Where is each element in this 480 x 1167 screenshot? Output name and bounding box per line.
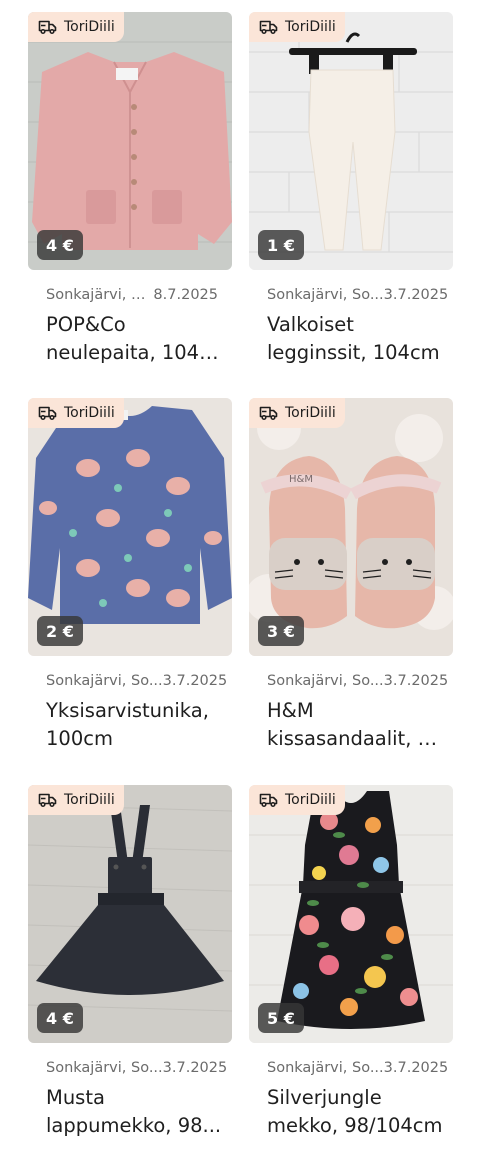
listing-image[interactable]: ToriDiili 4 € bbox=[28, 12, 232, 270]
listing-location: Sonkajärvi, S... bbox=[46, 287, 146, 303]
badge-label: ToriDiili bbox=[64, 405, 115, 421]
listing-image[interactable]: ToriDiili 2 € bbox=[28, 398, 232, 656]
title-line-1: Silverjungle bbox=[267, 1086, 382, 1109]
listing-location: Sonkajärvi, So... bbox=[46, 1060, 163, 1076]
toridiili-badge: ToriDiili bbox=[28, 398, 124, 428]
delivery-truck-icon bbox=[259, 793, 278, 808]
listing-location: Sonkajärvi, So... bbox=[46, 673, 163, 689]
listing-card-2[interactable]: ToriDiili 1 € Sonkajärvi, So... 3.7.2025… bbox=[249, 12, 453, 367]
listing-date: 3.7.2025 bbox=[383, 287, 449, 303]
listing-image[interactable]: ToriDiili 4 € bbox=[28, 785, 232, 1043]
delivery-truck-icon bbox=[38, 20, 57, 35]
title-line-2: 100cm bbox=[46, 727, 113, 750]
price-tag: 4 € bbox=[37, 230, 83, 260]
listing-meta: Sonkajärvi, So... 3.7.2025 bbox=[249, 1060, 453, 1076]
listing-title[interactable]: Silverjungle mekko, 98/104cm bbox=[249, 1084, 453, 1140]
toridiili-badge: ToriDiili bbox=[249, 12, 345, 42]
delivery-truck-icon bbox=[259, 406, 278, 421]
listing-card-4[interactable]: H&M ToriDiili 3 € Sonkajärvi, So... 3.7.… bbox=[249, 398, 453, 753]
listing-grid: ToriDiili 4 € Sonkajärvi, S... 8.7.2025 … bbox=[0, 0, 480, 1167]
listing-date: 3.7.2025 bbox=[383, 1060, 449, 1076]
title-line-1: Yksisarvistunika, bbox=[46, 699, 209, 722]
listing-title[interactable]: H&M kissasandaalit, k... bbox=[249, 697, 453, 753]
badge-label: ToriDiili bbox=[285, 19, 336, 35]
toridiili-badge: ToriDiili bbox=[28, 12, 124, 42]
title-line-2: neulepaita, 104c... bbox=[46, 341, 222, 364]
listing-date: 8.7.2025 bbox=[153, 287, 218, 303]
listing-meta: Sonkajärvi, So... 3.7.2025 bbox=[249, 673, 453, 689]
badge-label: ToriDiili bbox=[285, 792, 336, 808]
listing-card-6[interactable]: ToriDiili 5 € Sonkajärvi, So... 3.7.2025… bbox=[249, 785, 453, 1140]
badge-label: ToriDiili bbox=[285, 405, 336, 421]
title-line-2: legginssit, 104cm bbox=[267, 341, 440, 364]
listing-date: 3.7.2025 bbox=[162, 673, 228, 689]
title-line-1: Musta bbox=[46, 1086, 105, 1109]
listing-location: Sonkajärvi, So... bbox=[267, 1060, 384, 1076]
listing-image[interactable]: ToriDiili 1 € bbox=[249, 12, 453, 270]
listing-image[interactable]: ToriDiili 5 € bbox=[249, 785, 453, 1043]
listing-date: 3.7.2025 bbox=[162, 1060, 228, 1076]
title-line-2: kissasandaalit, k... bbox=[267, 727, 443, 750]
title-line-1: POP&Co bbox=[46, 313, 126, 336]
price-tag: 3 € bbox=[258, 616, 304, 646]
toridiili-badge: ToriDiili bbox=[249, 785, 345, 815]
delivery-truck-icon bbox=[259, 20, 278, 35]
badge-label: ToriDiili bbox=[64, 19, 115, 35]
price-tag: 2 € bbox=[37, 616, 83, 646]
listing-title[interactable]: Yksisarvistunika, 100cm bbox=[28, 697, 232, 753]
badge-label: ToriDiili bbox=[64, 792, 115, 808]
listing-location: Sonkajärvi, So... bbox=[267, 673, 384, 689]
delivery-truck-icon bbox=[38, 406, 57, 421]
toridiili-badge: ToriDiili bbox=[28, 785, 124, 815]
listing-meta: Sonkajärvi, So... 3.7.2025 bbox=[28, 673, 232, 689]
price-tag: 1 € bbox=[258, 230, 304, 260]
title-line-1: H&M bbox=[267, 699, 314, 722]
listing-meta: Sonkajärvi, So... 3.7.2025 bbox=[249, 287, 453, 303]
price-tag: 4 € bbox=[37, 1003, 83, 1033]
listing-card-5[interactable]: ToriDiili 4 € Sonkajärvi, So... 3.7.2025… bbox=[28, 785, 232, 1140]
listing-meta: Sonkajärvi, So... 3.7.2025 bbox=[28, 1060, 232, 1076]
toridiili-badge: ToriDiili bbox=[249, 398, 345, 428]
price-tag: 5 € bbox=[258, 1003, 304, 1033]
listing-card-1[interactable]: ToriDiili 4 € Sonkajärvi, S... 8.7.2025 … bbox=[28, 12, 232, 367]
listing-location: Sonkajärvi, So... bbox=[267, 287, 384, 303]
title-line-1: Valkoiset bbox=[267, 313, 354, 336]
title-line-2: mekko, 98/104cm bbox=[267, 1114, 443, 1137]
title-line-2: lappumekko, 98... bbox=[46, 1114, 222, 1137]
listing-date: 3.7.2025 bbox=[383, 673, 449, 689]
svg-text:H&M: H&M bbox=[289, 474, 313, 485]
listing-card-3[interactable]: ToriDiili 2 € Sonkajärvi, So... 3.7.2025… bbox=[28, 398, 232, 753]
listing-image[interactable]: H&M ToriDiili 3 € bbox=[249, 398, 453, 656]
listing-title[interactable]: Valkoiset legginssit, 104cm bbox=[249, 311, 453, 367]
listing-title[interactable]: Musta lappumekko, 98... bbox=[28, 1084, 232, 1140]
listing-title[interactable]: POP&Co neulepaita, 104c... bbox=[28, 311, 232, 367]
delivery-truck-icon bbox=[38, 793, 57, 808]
listing-meta: Sonkajärvi, S... 8.7.2025 bbox=[28, 287, 232, 303]
